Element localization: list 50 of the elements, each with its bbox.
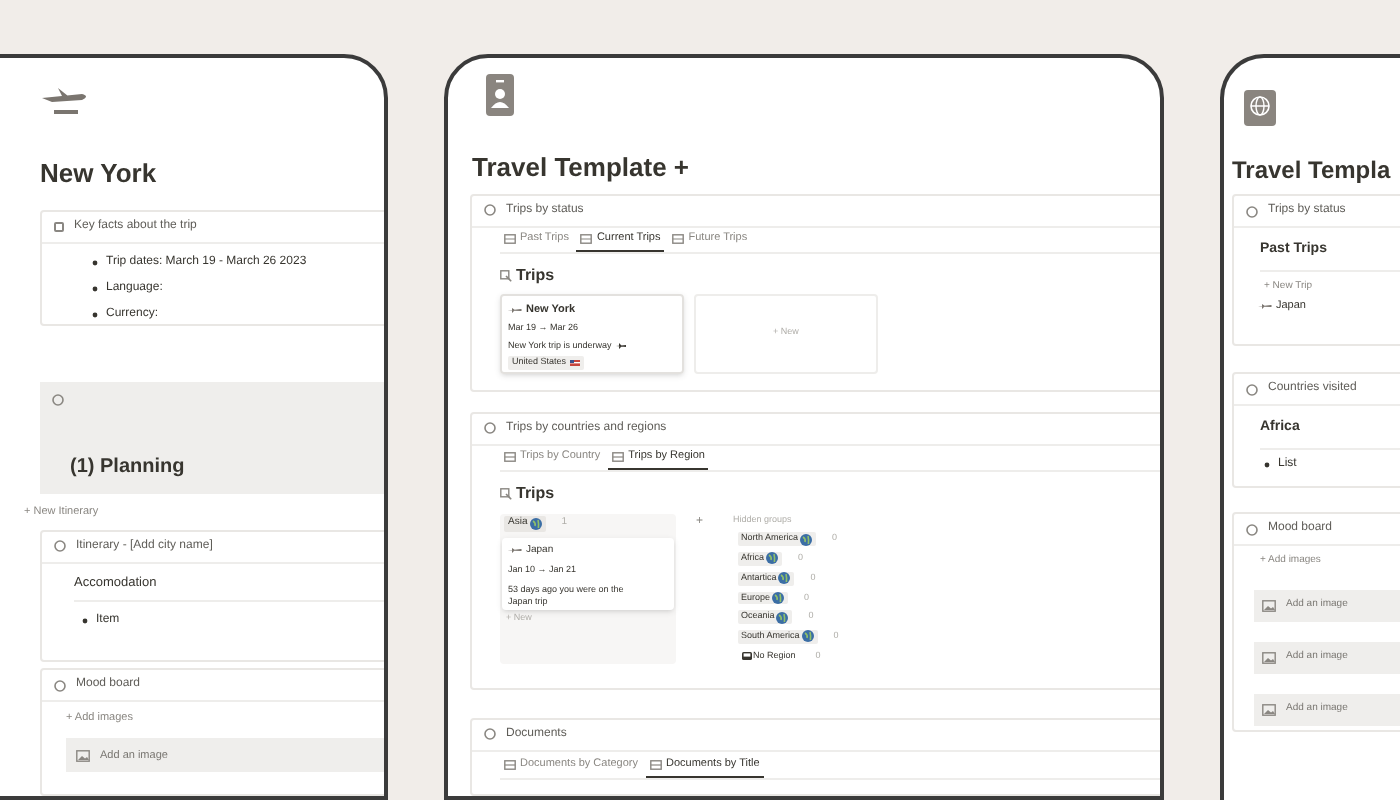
circle-icon [54,540,66,553]
table-icon [612,451,625,462]
table-icon [504,759,516,770]
image-icon [1262,651,1276,663]
bullet-icon [1264,461,1270,467]
inbox-icon [741,652,752,661]
globe-icon [766,552,779,565]
table-icon [650,759,662,770]
plane-icon [508,305,522,314]
bullet-icon [92,259,98,265]
plane-icon [615,341,626,350]
bullet-icon [92,285,98,291]
table-icon [580,233,593,243]
globe-icon [800,533,813,546]
table-icon [504,233,516,243]
section-heading: Trips [516,481,555,506]
image-icon [1262,599,1276,611]
image-icon [1262,703,1276,715]
id-badge-icon [486,74,514,116]
circle-icon [484,422,496,435]
page-title: New York [40,156,159,192]
circle-icon [484,204,496,216]
checkbox[interactable] [54,221,64,231]
globe-icon [776,611,789,624]
globe-icon [801,630,814,643]
table-icon [672,233,685,243]
table-icon [504,451,516,462]
flag-icon [570,360,581,367]
circle-icon [1246,383,1258,395]
globe-icon [529,518,542,531]
section-heading: Trips [516,263,555,287]
image-icon [76,749,90,762]
block-heading: (1) Planning [70,453,187,481]
bullet-icon [82,618,88,625]
page-title: Travel Templa [1232,154,1391,188]
page-title: Travel Template + [472,150,692,186]
airplane-icon [42,86,90,118]
globe-icon [778,572,791,585]
circle-icon [484,728,496,741]
circle-icon [1246,205,1258,217]
bullet-icon [92,311,98,317]
globe-badge-icon [1244,90,1276,126]
plane-icon [1258,302,1272,311]
plane-icon [508,546,522,555]
globe-icon [772,591,785,604]
circle-icon [54,679,66,692]
trips-icon [500,487,512,500]
trips-icon [500,269,512,281]
circle-icon [1246,523,1258,535]
circle-icon [52,393,64,405]
